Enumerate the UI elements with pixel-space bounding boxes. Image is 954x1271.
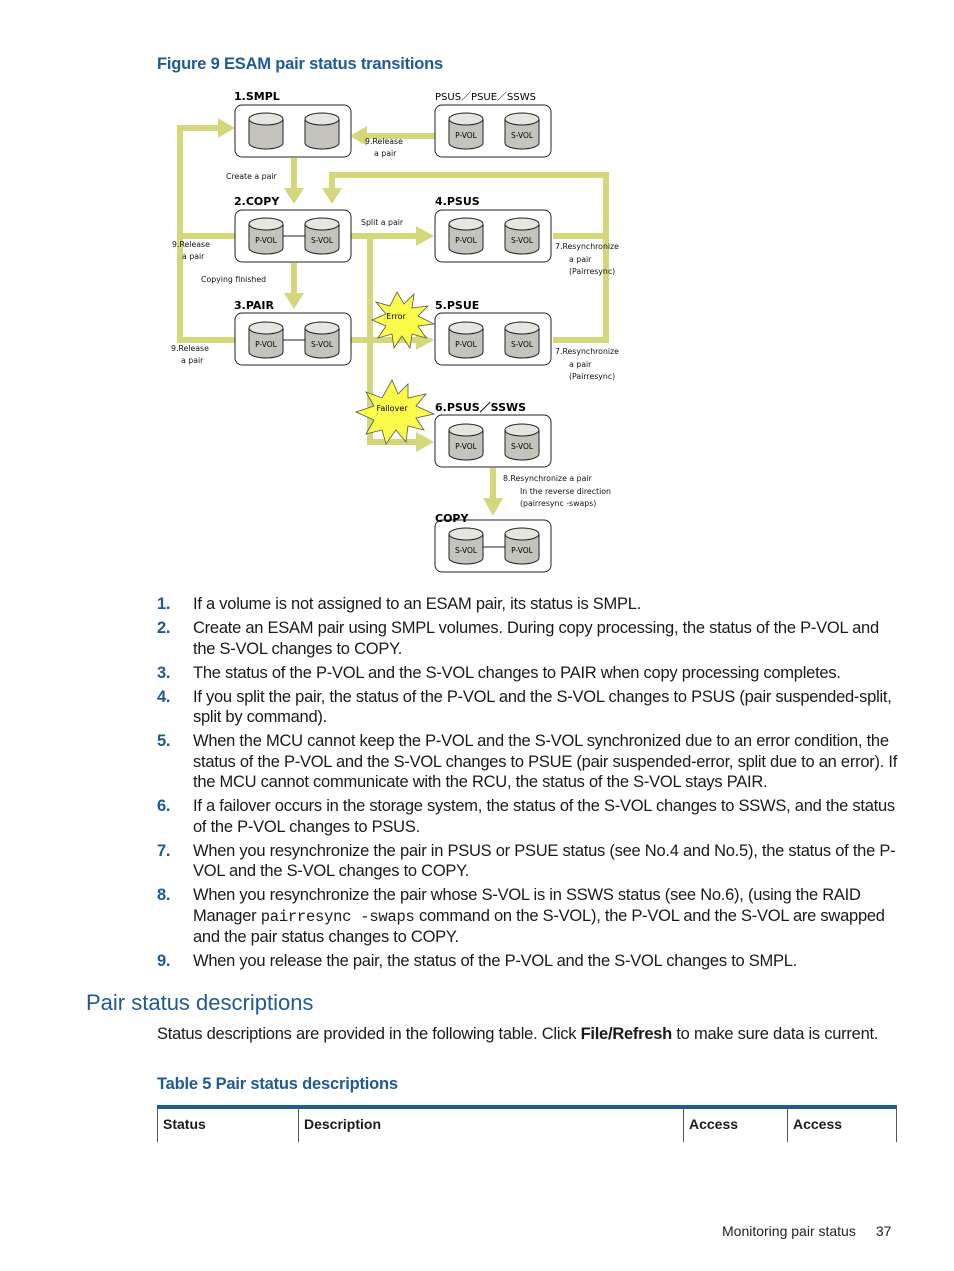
svg-text:Split a pair: Split a pair [361, 218, 404, 227]
svg-text:S-VOL: S-VOL [311, 236, 334, 245]
arrow-release-loop [177, 125, 235, 239]
svg-text:P-VOL: P-VOL [455, 236, 478, 245]
svg-text:P-VOL: P-VOL [511, 546, 534, 555]
svg-text:P-VOL: P-VOL [255, 340, 278, 349]
column-header-status: Status [157, 1105, 299, 1142]
svg-text:a pair: a pair [181, 356, 204, 365]
state-label-copy-swapped: COPY [435, 512, 469, 525]
step-item: 6. If a failover occurs in the storage sy… [157, 797, 895, 836]
file-refresh-menu-reference: File/Refresh [580, 1025, 673, 1043]
svg-text:S-VOL: S-VOL [511, 131, 534, 140]
figure-caption: Figure 9 ESAM pair status transitions [157, 55, 443, 73]
pair-status-table: Status Description Access Access [157, 1105, 897, 1142]
step-item: 8. When you resynchronize the pair whose … [157, 886, 885, 946]
transition-steps-list: 1. If a volume is not assigned to an ESAM… [157, 594, 902, 975]
step-item: 5. When the MCU cannot keep the P-VOL and… [157, 732, 898, 791]
svg-text:S-VOL: S-VOL [511, 340, 534, 349]
state-label-psus: 4.PSUS [435, 195, 480, 208]
state-smpl: 1.SMPL [234, 90, 352, 158]
svg-text:S-VOL: S-VOL [511, 236, 534, 245]
svg-text:P-VOL: P-VOL [255, 236, 278, 245]
error-label: Error [386, 312, 406, 321]
step-item: 1. If a volume is not assigned to an ESAM… [157, 595, 642, 613]
section-intro: Status descriptions are provided in the … [157, 1025, 879, 1043]
state-label-pair: 3.PAIR [234, 299, 274, 312]
state-label-psus-ssws: 6.PSUS／SSWS [435, 401, 526, 414]
table-header-row: Status Description Access Access [157, 1105, 897, 1142]
step-item: 9. When you release the pair, the status … [157, 952, 798, 970]
svg-text:7.Resynchronize: 7.Resynchronize [555, 347, 619, 356]
state-psus-psue-ssws: P-VOL S-VOL PSUS／PSUE／SSWS [434, 91, 552, 158]
esam-status-diagram: 1.SMPL P-VOL S-VOL PSUS／PSUE／SSWS P-VOL … [171, 90, 619, 573]
svg-text:S-VOL: S-VOL [455, 546, 478, 555]
state-label-psus-psue-ssws: PSUS／PSUE／SSWS [435, 91, 536, 103]
table-caption: Table 5 Pair status descriptions [157, 1075, 398, 1093]
state-psus: P-VOL S-VOL 4.PSUS [434, 195, 552, 263]
svg-text:8.Resynchronize a pair: 8.Resynchronize a pair [503, 474, 593, 483]
state-label-smpl: 1.SMPL [234, 90, 280, 103]
svg-text:P-VOL: P-VOL [455, 442, 478, 451]
state-label-copy: 2.COPY [234, 195, 280, 208]
step-item: 2. Create an ESAM pair using SMPL volumes… [157, 619, 879, 658]
step-item: 3. The status of the P-VOL and the S-VOL … [157, 663, 841, 682]
svg-text:P-VOL: P-VOL [455, 340, 478, 349]
svg-text:(Pairresync): (Pairresync) [569, 267, 615, 276]
step-item: 4. If you split the pair, the status of t… [157, 687, 892, 727]
step-item: 7. When you resynchronize the pair in PSU… [157, 841, 896, 881]
footer-section: Monitoring pair status [722, 1223, 856, 1239]
svg-text:a pair: a pair [374, 149, 397, 158]
command-code: pairresync -swaps [260, 907, 415, 926]
svg-text:P-VOL: P-VOL [455, 131, 478, 140]
svg-text:S-VOL: S-VOL [311, 340, 334, 349]
state-pair: P-VOL S-VOL 3.PAIR [234, 299, 352, 366]
section-title: Pair status descriptions [86, 990, 314, 1015]
state-psus-ssws: P-VOL S-VOL 6.PSUS／SSWS [434, 401, 552, 468]
state-psue: P-VOL S-VOL 5.PSUE [434, 299, 552, 366]
svg-text:a pair: a pair [569, 360, 592, 369]
state-label-psue: 5.PSUE [435, 299, 479, 312]
column-header-access-1: Access [683, 1105, 788, 1142]
svg-text:Create a pair: Create a pair [226, 172, 278, 181]
page-footer: Monitoring pair status 37 [722, 1223, 891, 1239]
svg-text:S-VOL: S-VOL [511, 442, 534, 451]
failover-label: Failover [376, 404, 408, 413]
svg-text:(pairresync -swaps): (pairresync -swaps) [520, 499, 596, 508]
svg-text:Copying finished: Copying finished [201, 275, 266, 284]
state-copy-swapped: S-VOL P-VOL COPY [434, 512, 552, 573]
svg-text:(Pairresync): (Pairresync) [569, 372, 615, 381]
svg-text:7.Resynchronize: 7.Resynchronize [555, 242, 619, 251]
svg-text:a pair: a pair [182, 252, 205, 261]
svg-text:9.Release: 9.Release [172, 240, 210, 249]
svg-text:9.Release: 9.Release [365, 137, 403, 146]
svg-text:a pair: a pair [569, 255, 592, 264]
page-number: 37 [875, 1223, 892, 1239]
svg-text:In the reverse direction: In the reverse direction [520, 487, 611, 496]
state-copy: P-VOL S-VOL 2.COPY [234, 195, 352, 263]
column-header-access-2: Access [787, 1105, 897, 1142]
svg-text:9.Release: 9.Release [171, 344, 209, 353]
column-header-description: Description [298, 1105, 684, 1142]
